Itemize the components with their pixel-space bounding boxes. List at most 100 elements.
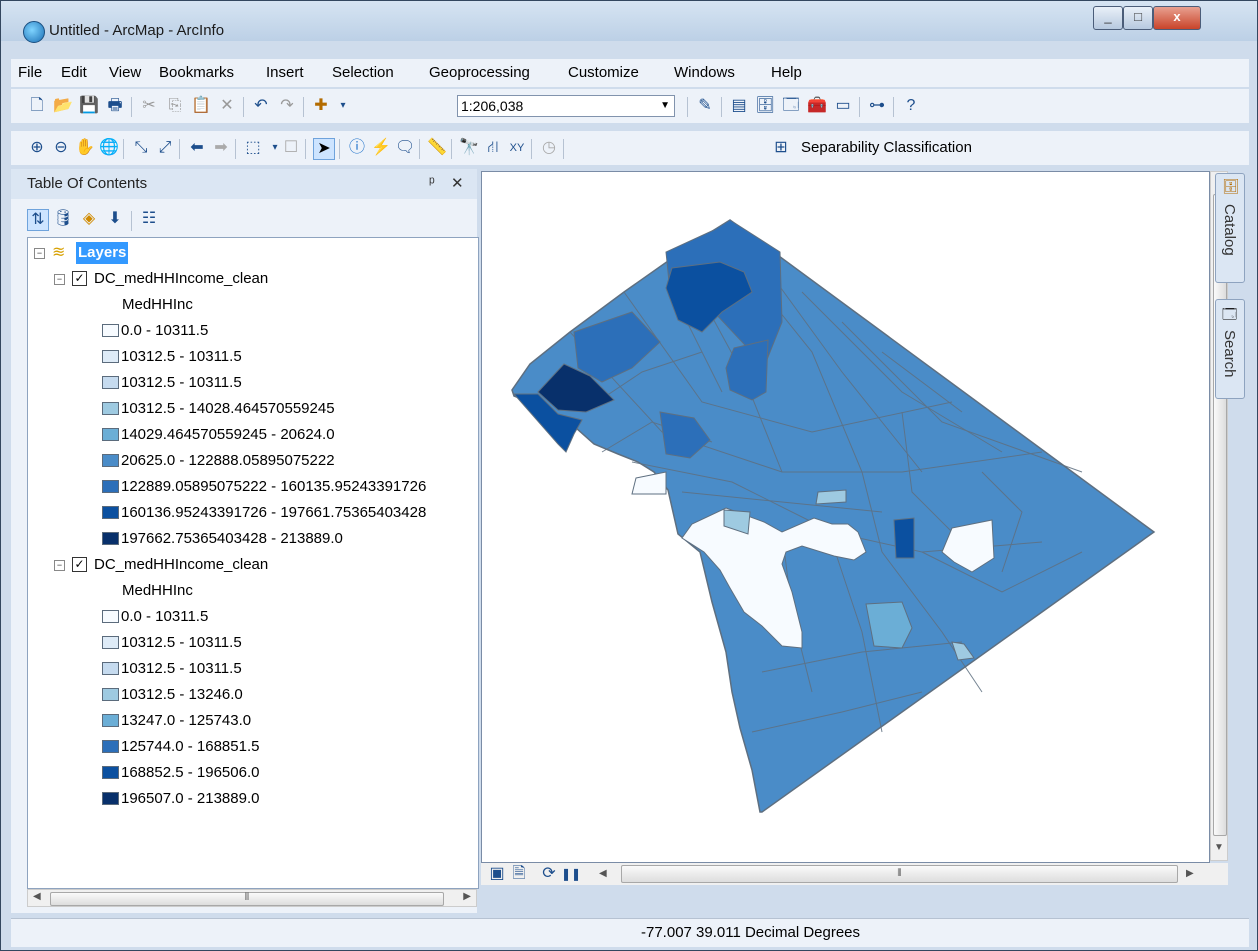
layer-name[interactable]: DC_medHHIncome_clean [94,268,268,290]
pause-drawing-icon[interactable]: ❚❚ [561,864,581,884]
add-data-icon[interactable]: ✚ [311,96,331,116]
pan-hand-icon[interactable]: ✋ [75,138,95,158]
delete-icon[interactable]: ✕ [217,96,237,116]
forward-arrow-icon[interactable]: ➡ [211,138,231,158]
toc-horizontal-scrollbar[interactable]: ◀ ⦀ ▶ [27,889,477,907]
clear-selection-icon[interactable]: ☐ [281,138,301,158]
map-display[interactable] [481,171,1210,863]
list-by-drawing-order-icon[interactable]: ⇅ [27,209,49,231]
legend-swatch[interactable] [102,324,119,337]
separability-classification-button[interactable]: Separability Classification [801,139,972,156]
save-icon[interactable]: 💾 [79,96,99,116]
legend-swatch[interactable] [102,766,119,779]
fixed-zoom-in-icon[interactable]: ⤡ [131,138,151,158]
search-side-tab[interactable]: 🗔 Search [1215,299,1245,399]
editor-toolbar-icon[interactable]: ✎ [695,96,715,116]
catalog-window-icon[interactable]: 🗄 [755,96,775,116]
legend-swatch[interactable] [102,454,119,467]
scroll-down-icon[interactable]: ▼ [1214,842,1224,853]
legend-swatch[interactable] [102,662,119,675]
select-elements-arrow-icon[interactable]: ➤ [313,138,335,160]
scroll-left-icon[interactable]: ◀ [33,891,41,902]
add-data-dropdown-icon[interactable]: ▾ [333,96,353,116]
menu-file[interactable]: File [18,64,42,81]
full-extent-globe-icon[interactable]: 🌐 [99,138,119,158]
find-binoculars-icon[interactable]: 🔭 [459,138,479,158]
legend-swatch[interactable] [102,688,119,701]
legend-swatch[interactable] [102,610,119,623]
options-icon[interactable]: ☷ [139,209,159,229]
legend-swatch[interactable] [102,740,119,753]
paste-icon[interactable]: 📋 [191,96,211,116]
menu-geoprocessing[interactable]: Geoprocessing [429,64,530,81]
layer-visibility-checkbox[interactable]: ✓ [72,557,87,572]
scrollbar-thumb[interactable]: ⦀ [50,892,444,906]
legend-swatch[interactable] [102,402,119,415]
new-document-icon[interactable]: 🗋 [27,96,47,116]
menu-bookmarks[interactable]: Bookmarks [159,64,234,81]
redo-icon[interactable]: ↷ [277,96,297,116]
measure-icon[interactable]: 📏 [427,138,447,158]
search-window-icon[interactable]: 🗔 [781,96,801,116]
menu-insert[interactable]: Insert [266,64,304,81]
legend-swatch[interactable] [102,506,119,519]
legend-swatch[interactable] [102,792,119,805]
menu-windows[interactable]: Windows [674,64,735,81]
legend-swatch[interactable] [102,532,119,545]
scrollbar-thumb[interactable] [1213,194,1227,836]
minimize-button[interactable]: _ [1093,6,1123,30]
data-view-icon[interactable]: ▣ [487,864,507,884]
table-window-icon[interactable]: ▤ [729,96,749,116]
separability-classification-icon[interactable]: ⊞ [771,138,791,158]
legend-swatch[interactable] [102,480,119,493]
maximize-button[interactable]: □ [1123,6,1153,30]
collapse-icon[interactable]: − [54,560,65,571]
modelbuilder-icon[interactable]: ⊶ [867,96,887,116]
cut-icon[interactable]: ✂ [139,96,159,116]
layers-label[interactable]: Layers [76,242,129,264]
legend-swatch[interactable] [102,636,119,649]
copy-icon[interactable]: ⎘ [165,96,185,116]
python-window-icon[interactable]: ▭ [833,96,853,116]
list-by-selection-icon[interactable]: ⬇ [105,209,125,229]
collapse-icon[interactable]: − [34,248,45,259]
zoom-in-icon[interactable]: ⊕ [27,138,47,158]
zoom-out-icon[interactable]: ⊖ [51,138,71,158]
layer-name[interactable]: DC_medHHIncome_clean [94,554,268,576]
collapse-icon[interactable]: − [54,274,65,285]
print-icon[interactable]: 🖶 [105,96,125,116]
menu-view[interactable]: View [109,64,141,81]
back-arrow-icon[interactable]: ⬅ [187,138,207,158]
identify-icon[interactable]: ⓘ [347,138,367,158]
time-slider-icon[interactable]: ◷ [539,138,559,158]
menu-customize[interactable]: Customize [568,64,639,81]
scroll-right-icon[interactable]: ▶ [463,891,471,902]
menu-edit[interactable]: Edit [61,64,87,81]
legend-swatch[interactable] [102,714,119,727]
legend-swatch[interactable] [102,350,119,363]
arctoolbox-icon[interactable]: 🧰 [807,96,827,116]
whats-this-icon[interactable]: ? [901,96,921,116]
hyperlink-icon[interactable]: ⚡ [371,138,391,158]
layer-visibility-checkbox[interactable]: ✓ [72,271,87,286]
close-icon[interactable]: ✕ [451,174,464,192]
legend-swatch[interactable] [102,376,119,389]
chevron-down-icon[interactable]: ▼ [660,96,670,116]
map-horizontal-scroll-thumb[interactable]: ⦀ [621,865,1178,883]
scroll-left-icon[interactable]: ◀ [599,868,607,879]
go-to-xy-icon[interactable]: XY [507,138,527,158]
pin-icon[interactable]: ᵖ [429,174,435,191]
undo-icon[interactable]: ↶ [251,96,271,116]
layout-view-icon[interactable]: 🗎 [509,864,529,884]
refresh-icon[interactable]: ⟳ [539,864,559,884]
open-folder-icon[interactable]: 📂 [53,96,73,116]
legend-swatch[interactable] [102,428,119,441]
map-scale-combobox[interactable]: 1:206,038 ▼ [457,95,675,117]
fixed-zoom-out-icon[interactable]: ⤢ [155,138,175,158]
select-features-icon[interactable]: ⬚ [243,138,263,158]
html-popup-icon[interactable]: 🗨 [395,138,415,158]
catalog-side-tab[interactable]: 🗄 Catalog [1215,173,1245,283]
menu-help[interactable]: Help [771,64,802,81]
find-route-icon[interactable]: ⛙ [483,138,503,158]
menu-selection[interactable]: Selection [332,64,394,81]
